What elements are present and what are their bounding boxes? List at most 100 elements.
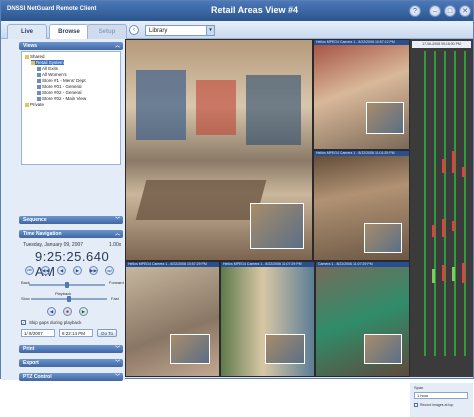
view-title: Retail Areas View #4 [211,5,299,15]
folder-icon [25,54,29,59]
chevron-left-icon[interactable]: ‹ [129,25,139,35]
step-forward-icon[interactable]: ▶▶ [89,266,98,275]
camera-view-icon [37,78,41,83]
display-table-image [135,180,267,220]
timeline-track[interactable] [444,51,446,356]
chevron-down-icon[interactable]: ﹀ [115,345,120,353]
camera-tile-main[interactable] [125,39,313,261]
zoom-label: 1.00x [109,242,122,248]
speed-slider-thumb[interactable] [65,282,69,288]
camera-tile-4[interactable]: Helios MPEG4 Camera 1 - 8/22/2006 10:57:… [125,261,220,377]
chevron-down-icon[interactable]: ﹀ [115,216,120,224]
chevron-up-icon[interactable]: ︿ [115,230,120,238]
timeline-event-marker[interactable] [432,269,435,283]
chevron-down-icon[interactable]: ▾ [206,26,214,35]
tree-node-retail-system[interactable]: Retail System [31,60,64,65]
timeline-track[interactable] [454,51,456,356]
timeline-event-marker[interactable] [452,267,455,281]
tree-node-store01-general[interactable]: Store #01 - General [37,84,82,89]
camera-view-icon [37,66,41,71]
app-window: DNSSI NetGuard Remote Client Retail Area… [0,0,474,417]
goto-time-input[interactable]: 8:22:14 PM [59,329,93,337]
stop-icon[interactable]: ■ [63,307,72,316]
sequence-panel-title: Sequence [23,217,47,223]
next-frame-icon[interactable]: ▶ [73,266,82,275]
chevron-up-icon[interactable]: ︿ [115,42,120,50]
camera-title-bar: Helios MPEG4 Camera 1 - 8/22/2006 10:57:… [314,40,409,45]
timeline-track[interactable] [464,51,466,356]
close-icon[interactable]: ✕ [459,5,471,17]
timeline-event-marker[interactable] [442,265,445,281]
ptz-panel-header[interactable]: PTZ Control ﹀ [19,373,123,381]
tree-node-store02-general[interactable]: Store #02 - General [37,90,82,95]
timeline-event-marker[interactable] [442,219,445,237]
playback-speed-thumb[interactable] [67,296,71,302]
camera-tile-3[interactable]: Helios MPEG4 Camera 1 - 8/22/2006 11:01:… [313,150,410,261]
views-panel-title: Views [23,43,38,49]
camera-inset-zoom[interactable] [366,102,404,134]
timeline-track[interactable] [424,51,426,356]
folder-icon [31,60,35,65]
maximize-icon[interactable]: □ [444,5,456,17]
timeline-event-marker[interactable] [432,225,435,237]
camera-inset-zoom[interactable] [170,334,210,364]
camera-tile-6[interactable]: Camera 1 - 8/22/2006 11:07:29 PM [315,261,410,377]
record-top-checkbox[interactable] [414,403,418,407]
camera-tile-5[interactable]: Helios MPEG4 Camera 1 - 8/22/2006 11:07:… [220,261,315,377]
chevron-down-icon[interactable]: ﹀ [115,359,120,367]
help-icon[interactable]: ? [409,5,421,17]
chevron-down-icon[interactable]: ﹀ [115,373,120,381]
tab-live[interactable]: Live [7,24,47,39]
folder-icon [25,102,29,107]
tree-node-store02-main[interactable]: Store #02 - Main View [37,96,86,101]
views-panel-header[interactable]: Views ︿ [19,42,123,50]
skip-end-icon[interactable]: ⏭ [105,266,114,275]
timeline-panel: 17-06-2008 09:16:00 PM Span 1 hour Recor… [410,39,473,417]
span-select[interactable]: 1 hour [414,392,468,399]
skip-start-icon[interactable]: ⏮ [25,266,34,275]
export-panel-header[interactable]: Export ﹀ [19,359,123,367]
toolbar: Live Browse Setup ‹ Library ▾ [1,21,473,39]
camera-view-icon [37,84,41,89]
tab-setup[interactable]: Setup [87,24,127,39]
camera-view-icon [37,90,41,95]
play-reverse-icon[interactable]: ◀ [47,307,56,316]
play-icon[interactable]: ▶ [79,307,88,316]
tree-node-all-exits[interactable]: All Exits [37,66,58,71]
tree-node-shared[interactable]: Shared [25,54,45,59]
record-top-label: Record images at top [420,403,454,407]
timeline-event-marker[interactable] [462,263,465,283]
timeline-event-marker[interactable] [452,151,455,173]
tree-node-all-womens[interactable]: All Women's [37,72,67,77]
timeline-event-marker[interactable] [452,221,455,231]
time-nav-panel-header[interactable]: Time Navigation ︿ [19,230,123,238]
prev-frame-icon[interactable]: ◀ [57,266,66,275]
sequence-panel-header[interactable]: Sequence ﹀ [19,216,123,224]
print-panel-header[interactable]: Print ﹀ [19,345,123,353]
tree-node-store1-mens[interactable]: Store #1 - Mens' Dept [37,78,86,83]
store-shelf-image [136,70,186,140]
view-select[interactable]: Library ▾ [145,25,215,36]
camera-inset-zoom[interactable] [265,334,305,364]
camera-tile-2[interactable]: Helios MPEG4 Camera 1 - 8/22/2006 10:57:… [313,39,410,150]
camera-inset-zoom[interactable] [364,223,402,253]
skip-gaps-checkbox[interactable]: ✓ [21,320,26,325]
timeline-header: 17-06-2008 09:16:00 PM [412,41,471,48]
camera-inset-zoom[interactable] [364,334,402,364]
goto-date-input[interactable]: 1/ 8/2007 [21,329,55,337]
time-nav-panel-title: Time Navigation [23,231,62,237]
camera-title-bar: Helios MPEG4 Camera 1 - 8/22/2006 11:01:… [314,151,409,156]
timeline-event-marker[interactable] [442,159,445,173]
camera-inset-zoom[interactable] [250,203,304,249]
timeline-event-marker[interactable] [462,167,465,177]
skip-gaps-label: Skip gaps during playback [29,320,82,325]
minimize-icon[interactable]: – [429,5,441,17]
timeline-track[interactable] [434,51,436,356]
clothing-rack-image [196,80,236,135]
tab-browse[interactable]: Browse [49,24,89,39]
display-wall-image [246,75,301,145]
goto-button[interactable]: Go To [97,329,117,337]
step-back-icon[interactable]: ◀◀ [41,266,50,275]
view-select-value: Library [149,28,168,34]
tree-node-private[interactable]: Private [25,102,44,107]
